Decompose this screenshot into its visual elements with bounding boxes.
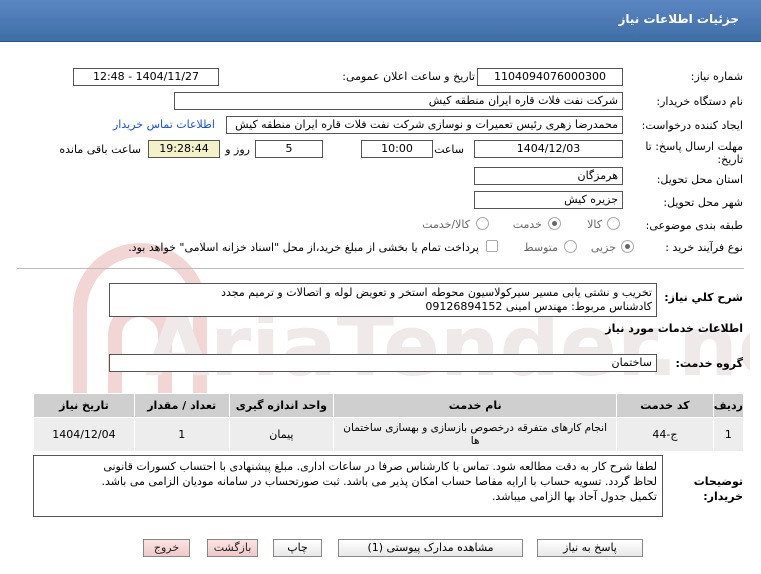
section-divider (17, 268, 744, 269)
remaining-time-field: 19:28:44 (148, 140, 220, 158)
cell-code: ج-44 (616, 417, 714, 452)
col-date: تاریخ نیاز (33, 393, 135, 418)
purchase-medium-label: متوسط (523, 241, 558, 254)
city-field: جزیره کیش (474, 191, 623, 209)
buyer-notes-label: توضیحات (693, 475, 743, 488)
deadline-label: مهلت ارسال پاسخ: تا (645, 140, 743, 153)
need-number-label: شماره نیاز: (690, 70, 743, 83)
buyer-notes-line-2: لحاظ گردد. تسویه حساب با ارایه مفاصا حسا… (101, 475, 657, 488)
print-button[interactable]: چاپ (273, 539, 322, 557)
category-goods-label: کالا (587, 218, 602, 231)
col-qty: تعداد / مقدار (133, 393, 230, 418)
buyer-notes-field: لطفا شرح کار به دقت مطالعه شود. تماس با … (33, 455, 663, 517)
purchase-minor-label: جزیی (590, 241, 616, 254)
col-code: کد خدمت (616, 393, 714, 418)
buyer-notes-line-1: لطفا شرح کار به دقت مطالعه شود. تماس با … (103, 460, 657, 473)
description-field: تخریب و نشتی یابی مسیر سیرکولاسیون محوطه… (109, 283, 657, 317)
category-service-radio[interactable] (548, 217, 561, 230)
deadline-time-field: 10:00 (361, 140, 433, 158)
remaining-time-label: ساعت باقی مانده (59, 143, 141, 156)
announce-field: 1404/11/27 - 12:48 (73, 68, 219, 86)
category-service-label: خدمت (512, 218, 542, 231)
deadline-time-label: ساعت (434, 143, 464, 156)
service-group-label: گروه خدمت: (675, 357, 743, 370)
reply-button[interactable]: پاسخ به نیاز (537, 539, 643, 557)
services-section-title: اطلاعات خدمات مورد نیاز (605, 322, 743, 335)
description-line-2: کادشناس مربوط: مهندس امینی 09126894152 (425, 300, 652, 313)
creator-label: ایجاد کننده درخواست: (641, 119, 743, 132)
city-label: شهر محل تحویل: (663, 196, 743, 209)
services-table: ردیف کد خدمت نام خدمت واحد اندازه گیری ت… (33, 393, 745, 452)
cell-qty: 1 (133, 417, 230, 452)
cell-row: 1 (712, 417, 745, 452)
service-group-field: ساختمان (109, 354, 657, 372)
purchase-medium-radio[interactable] (564, 240, 577, 253)
window-title: جزئیات اطلاعات نیاز (618, 12, 739, 26)
buyer-notes-line-3: تکمیل جدول آحاد بها الزامی میباشد. (491, 490, 657, 503)
back-button[interactable]: بازگشت (207, 539, 258, 557)
window-titlebar: جزئیات اطلاعات نیاز (0, 0, 761, 42)
col-name: نام خدمت (333, 393, 618, 418)
category-goods-service-radio[interactable] (476, 217, 489, 230)
purchase-minor-radio[interactable] (621, 240, 634, 253)
col-unit: واحد اندازه گیری (228, 393, 335, 418)
category-goods-radio[interactable] (607, 217, 620, 230)
days-label: روز و (225, 143, 250, 156)
treasury-checkbox[interactable] (486, 240, 498, 252)
category-goods-service-label: کالا/خدمت (422, 218, 470, 231)
treasury-note: پرداخت تمام یا بخشی از مبلغ خرید،از محل … (128, 241, 479, 254)
buyer-org-label: نام دستگاه خریدار: (656, 95, 743, 108)
province-field: هرمزگان (474, 167, 623, 185)
cell-unit: پیمان (228, 417, 335, 452)
category-label: طبقه بندی موضوعی: (645, 219, 743, 232)
announce-label: تاریخ و ساعت اعلان عمومی: (342, 70, 475, 83)
description-line-1: تخریب و نشتی یابی مسیر سیرکولاسیون محوطه… (221, 286, 652, 299)
buyer-notes-label-2: خریدار: (703, 490, 743, 503)
exit-button[interactable]: خروج (143, 539, 190, 557)
remaining-days-field: 5 (255, 140, 323, 158)
purchase-type-label: نوع فرآیند خرید : (665, 241, 743, 254)
deadline-date-field: 1404/12/03 (474, 140, 623, 158)
deadline-label-date: تاریخ: (717, 153, 743, 166)
buyer-contact-link[interactable]: اطلاعات تماس خریدار (113, 118, 215, 131)
table-row: 1 ج-44 انجام کارهای متفرقه درخصوص بازساز… (33, 417, 745, 452)
creator-field: محمدرضا زهری رئیس تعمیرات و نوسازی شرکت … (226, 116, 623, 134)
cell-date: 1404/12/04 (33, 417, 135, 452)
need-number-field: 1104094076000300 (477, 68, 623, 86)
attachments-button[interactable]: مشاهده مدارک پیوستی (1) (338, 539, 523, 557)
col-row: ردیف (712, 393, 745, 418)
buyer-org-field: شرکت نفت فلات قاره ایران منطقه کیش (174, 92, 623, 110)
cell-name: انجام کارهای متفرقه درخصوص بازسازی و بهس… (333, 417, 618, 452)
table-header-row: ردیف کد خدمت نام خدمت واحد اندازه گیری ت… (33, 393, 745, 418)
description-label: شرح کلي نياز: (664, 291, 743, 304)
province-label: استان محل تحویل: (656, 173, 743, 186)
